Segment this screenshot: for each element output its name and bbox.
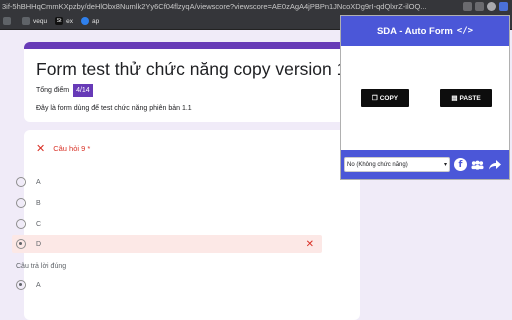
- share-icon[interactable]: [488, 158, 501, 171]
- bookmark-item[interactable]: ap: [80, 17, 99, 25]
- profile-avatar[interactable]: [487, 2, 496, 11]
- popup-footer: No (Không chức năng) ▾ f: [341, 150, 509, 179]
- facebook-icon[interactable]: f: [454, 158, 467, 171]
- popup-title: SDA - Auto Form: [376, 25, 453, 37]
- chevron-down-icon: ▾: [443, 162, 447, 168]
- globe-icon: [80, 17, 89, 25]
- incorrect-icon: ✕: [36, 143, 46, 155]
- score-row: Tổng điểm 4/14: [36, 84, 348, 97]
- extension-popup: SDA - Auto Form </> ❐ COPY ▤ PASTE No (K…: [340, 15, 510, 180]
- option-b[interactable]: B: [16, 194, 41, 212]
- bookmark-item[interactable]: vequ: [22, 17, 47, 25]
- question-card: ✕ Câu hỏi 9 * 0: [24, 130, 360, 320]
- popup-header: SDA - Auto Form </>: [341, 16, 509, 46]
- wrong-answer-icon: ✕: [305, 238, 314, 250]
- extension-icons: [463, 0, 508, 13]
- folder-icon: [22, 17, 30, 25]
- radio-checked-icon[interactable]: [16, 239, 26, 249]
- radio-icon[interactable]: [16, 198, 26, 208]
- sda-extension-icon[interactable]: [499, 2, 508, 11]
- extension-icon[interactable]: [463, 2, 472, 11]
- extension-icon[interactable]: [475, 2, 484, 11]
- address-bar[interactable]: 3if-5hBHHqCmmKXpzby/deHlObx8Numlk2Yy6Cf0…: [0, 0, 512, 13]
- paste-icon: ▤: [451, 95, 458, 102]
- bookmark-item[interactable]: [3, 17, 14, 25]
- code-icon: </>: [456, 26, 474, 36]
- question-title: Câu hỏi 9 *: [53, 144, 91, 153]
- correct-answer-option: A: [16, 276, 41, 294]
- mode-select[interactable]: No (Không chức năng) ▾: [344, 157, 450, 172]
- url-text: 3if-5hBHHqCmmKXpzby/deHlObx8Numlk2Yy6Cf0…: [2, 2, 427, 11]
- radio-icon[interactable]: [16, 219, 26, 229]
- correct-answer-label: Câu trả lời đúng: [16, 263, 67, 270]
- score-label: Tổng điểm: [36, 87, 70, 94]
- folder-icon: [3, 17, 11, 25]
- form-description: Đây là form dùng để test chức năng phiên…: [36, 105, 192, 112]
- copy-button[interactable]: ❐ COPY: [361, 89, 409, 107]
- group-icon[interactable]: [471, 158, 484, 171]
- radio-checked-icon: [16, 280, 26, 290]
- question-header: ✕ Câu hỏi 9 *: [36, 142, 348, 155]
- form-title: Form test thử chức năng copy version 1.1: [36, 59, 361, 79]
- form-header-card: Form test thử chức năng copy version 1.1…: [24, 42, 361, 122]
- copy-icon: ❐: [371, 95, 378, 102]
- dark-badge-icon: St: [55, 17, 64, 25]
- option-d-selected-wrong[interactable]: D ✕: [12, 235, 322, 253]
- option-c[interactable]: C: [16, 215, 41, 233]
- radio-icon[interactable]: [16, 177, 26, 187]
- bookmark-item[interactable]: St ex: [55, 17, 73, 25]
- option-a[interactable]: A: [16, 173, 41, 191]
- paste-button[interactable]: ▤ PASTE: [440, 89, 492, 107]
- score-badge: 4/14: [73, 84, 93, 97]
